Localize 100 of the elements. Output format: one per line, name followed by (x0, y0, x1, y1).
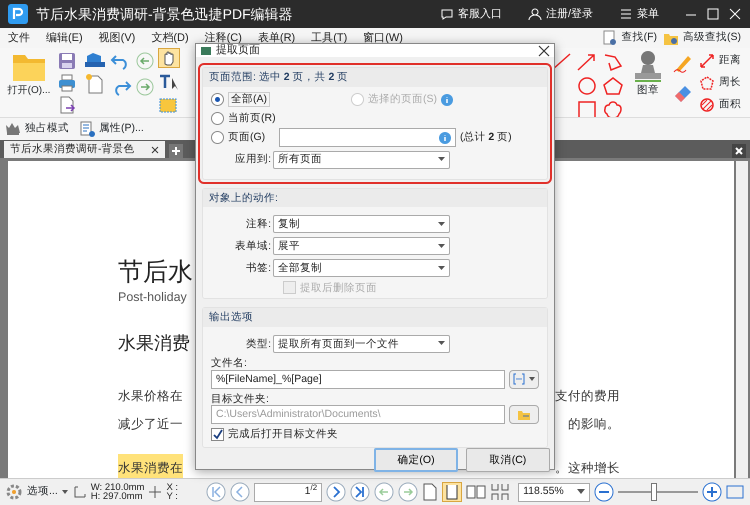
field-label: 目标文件夹: (211, 392, 270, 406)
annotation-dropdown[interactable]: 复制 (273, 215, 450, 234)
page-number-field[interactable]: 1$^{/2}$ (254, 482, 322, 502)
menu-item[interactable]: 窗口(W) (363, 30, 403, 46)
radio-option: 选择的页面(S) (351, 93, 437, 106)
menu-item[interactable]: 视图(V) (98, 30, 136, 46)
form-field-dropdown[interactable]: 展平 (273, 237, 450, 256)
properties-button[interactable]: 属性(P)... (78, 120, 145, 138)
zoom-in-icon[interactable] (702, 482, 722, 502)
menu-item[interactable]: 编辑(E) (46, 30, 83, 46)
caret-icon (438, 222, 445, 227)
hand-icon[interactable] (158, 48, 180, 68)
group-heading: 输出选项 (203, 308, 547, 327)
page-size-text: W: 210.0mm (90, 482, 144, 492)
user-icon (528, 7, 542, 21)
back-icon[interactable] (374, 482, 394, 502)
forward-icon[interactable] (136, 78, 154, 96)
area-button[interactable]: 面积 (698, 96, 742, 114)
page-size-text: H: 297.0mm (90, 492, 144, 502)
circle-icon[interactable] (576, 76, 598, 96)
options-button[interactable]: 选项... (4, 482, 69, 502)
app-logo-icon (8, 4, 28, 24)
fit-page-icon[interactable] (726, 485, 744, 499)
menu-button[interactable]: 菜单 (618, 4, 660, 24)
support-button[interactable]: 客服入口 (438, 4, 503, 24)
open-button[interactable]: 打开(O)... (4, 48, 54, 117)
field-label: 注释: (245, 218, 272, 231)
close-icon[interactable] (150, 146, 158, 154)
caret-icon (577, 489, 586, 495)
brackets-icon (513, 373, 525, 386)
menu-item[interactable]: 文档(D) (151, 30, 189, 46)
scrollbar[interactable] (736, 161, 748, 478)
type-dropdown[interactable]: 提取所有页面到一个文件 (273, 334, 450, 353)
paragraph-text: 水果消费在 (118, 454, 183, 478)
macro-button[interactable] (509, 370, 539, 389)
search-button[interactable]: 查找(F) (600, 29, 658, 47)
checkbox[interactable] (211, 428, 224, 442)
login-button[interactable]: 注册/登录 (526, 4, 594, 24)
perimeter-icon (699, 75, 715, 91)
exclusive-mode-button[interactable]: 独占模式 (4, 120, 70, 138)
checkbox-label: 完成后打开目标文件夹 (228, 428, 338, 441)
folder-icon (517, 408, 531, 421)
caret-icon (438, 341, 445, 346)
next-page-icon[interactable] (326, 482, 346, 502)
text-select-icon[interactable] (158, 72, 180, 92)
area-icon (699, 97, 715, 113)
paragraph-text: 支付的费用 (555, 388, 620, 405)
maximize-icon[interactable] (706, 7, 720, 21)
distance-button[interactable]: 距离 (698, 52, 742, 70)
ruler-icon (699, 53, 715, 69)
paragraph-text: 减少了近一 (118, 416, 183, 433)
stamp-button[interactable]: 图章 (628, 48, 668, 117)
radio-option[interactable]: 全部(A) (211, 92, 351, 108)
continuous-page-icon[interactable] (442, 482, 462, 502)
radio-option[interactable]: 页面(G) (211, 131, 279, 144)
first-page-icon[interactable] (206, 482, 226, 502)
page-range-field[interactable] (279, 128, 456, 148)
cloud-icon[interactable] (602, 100, 624, 117)
bookmark-dropdown[interactable]: 全部复制 (273, 259, 450, 278)
pentagon-icon[interactable] (602, 76, 624, 96)
filename-field[interactable]: %[FileName]_%[Page] (211, 370, 505, 389)
caret-icon (529, 377, 535, 382)
checkbox-label: 提取后删除页面 (300, 282, 377, 294)
zoom-out-icon[interactable] (594, 482, 614, 502)
dialog-button[interactable]: 确定(O) (374, 448, 458, 472)
section-heading: 水果消费 (118, 332, 190, 355)
apply-to-dropdown[interactable]: 所有页面 (273, 150, 450, 169)
last-page-icon[interactable] (350, 482, 370, 502)
two-page-continuous-icon[interactable] (490, 482, 510, 502)
slider-thumb[interactable] (651, 483, 658, 501)
scanner-icon[interactable] (84, 52, 106, 70)
paragraph-text: 水果价格在 (118, 388, 183, 405)
window-title: 节后水果消费调研-背景色迅捷PDF编辑器 (36, 4, 293, 24)
page-size-icon (72, 485, 87, 499)
radio-option[interactable]: 当前页(R) (211, 112, 276, 125)
menu-item[interactable]: 工具(T) (311, 30, 348, 46)
advanced-search-button[interactable]: 高级查找(S) (662, 29, 742, 47)
back-icon[interactable] (136, 52, 154, 70)
perimeter-button[interactable]: 周长 (698, 74, 742, 92)
zoom-dropdown[interactable]: 118.55% (518, 482, 590, 502)
field-label: 书签: (245, 262, 272, 275)
dialog-button[interactable]: 取消(C) (466, 448, 550, 472)
polyline-icon[interactable] (602, 52, 624, 72)
crown-icon (5, 121, 21, 137)
group-heading: 页面范围: 选中 2 页，共 2 页 (203, 68, 547, 87)
export-icon[interactable] (58, 96, 76, 114)
caret-icon (438, 266, 445, 271)
checkmark-icon (212, 429, 223, 440)
print-icon[interactable] (58, 74, 76, 92)
document-tab[interactable]: 节后水果消费调研-背景色 (4, 141, 164, 158)
document-subtitle: Post-holiday (118, 289, 187, 306)
save-icon[interactable] (58, 52, 76, 70)
close-icon[interactable] (538, 44, 550, 57)
arrow-icon[interactable] (576, 52, 598, 72)
single-page-icon[interactable] (422, 482, 438, 502)
previous-page-icon[interactable] (230, 482, 250, 502)
menu-item[interactable]: 表单(R) (258, 30, 296, 46)
menu-item[interactable]: 文件 (8, 30, 30, 46)
close-icon[interactable] (732, 144, 746, 158)
add-tab-icon[interactable] (168, 144, 182, 158)
